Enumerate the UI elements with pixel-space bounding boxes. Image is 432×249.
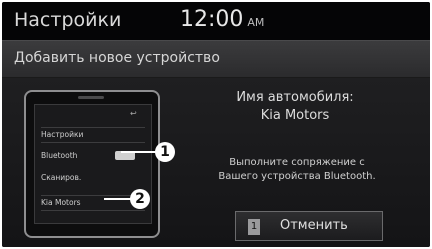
phone-menu-item: Сканиров. (41, 171, 145, 185)
phone-speaker (78, 96, 104, 99)
cancel-number-badge: 1 (248, 219, 260, 235)
head-unit-screen: Настройки 12:00 AM Добавить новое устройс… (2, 2, 430, 247)
back-icon: ↩ (130, 109, 137, 118)
page-header: Добавить новое устройство (2, 40, 430, 78)
car-name-label: Имя автомобиля: (236, 90, 354, 105)
pairing-line-1: Выполните сопряжение с (229, 157, 365, 168)
callout-2: 2 (130, 189, 150, 209)
clock-time: 12:00 (180, 7, 244, 32)
main-panel: ↩ Настройки Bluetooth Сканиров. Kia Moto… (2, 78, 430, 247)
cancel-button[interactable]: 1 Отменить (235, 211, 383, 241)
pairing-line-2: Вашего устройства Bluetooth. (218, 171, 376, 182)
phone-menu-item: Настройки (41, 127, 145, 143)
cancel-label: Отменить (280, 218, 348, 233)
phone-illustration: ↩ Настройки Bluetooth Сканиров. Kia Moto… (24, 90, 160, 238)
callout-line-2 (104, 198, 132, 200)
phone-item-label: Kia Motors (41, 198, 81, 207)
car-name-value: Kia Motors (260, 108, 330, 123)
pairing-instruction: Выполните сопряжение с Вашего устройства… (170, 156, 424, 184)
status-title: Настройки (14, 9, 122, 31)
page-title: Добавить новое устройство (14, 50, 220, 66)
phone-item-label: Настройки (41, 130, 84, 139)
callout-line-1 (121, 151, 157, 153)
phone-item-label: Bluetooth (41, 151, 78, 160)
phone-item-label: Сканиров. (41, 173, 82, 182)
status-bar: Настройки 12:00 AM (2, 2, 430, 40)
clock-ampm: AM (247, 16, 265, 29)
clock: 12:00 AM (180, 7, 264, 32)
